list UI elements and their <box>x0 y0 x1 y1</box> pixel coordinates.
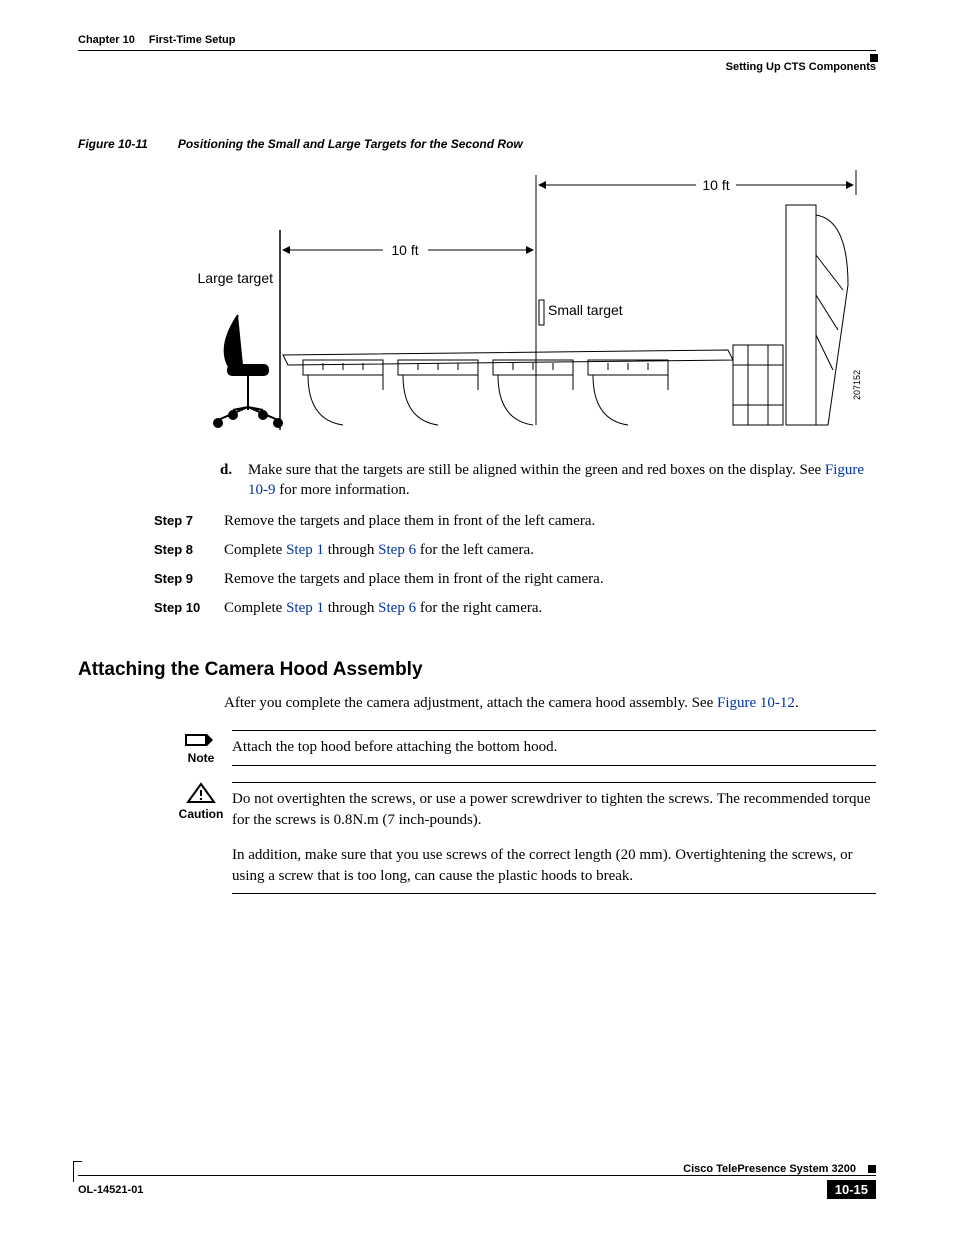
heading-attaching-hood: Attaching the Camera Hood Assembly <box>78 659 876 681</box>
dim-mid: 10 ft <box>391 242 418 258</box>
link-step-6[interactable]: Step 6 <box>378 542 416 558</box>
caution-callout: Caution Do not overtighten the screws, o… <box>178 782 876 894</box>
step-7: Step 7 Remove the targets and place them… <box>78 511 876 532</box>
pencil-icon <box>183 730 219 748</box>
step-body: Complete Step 1 through Step 6 for the r… <box>224 598 876 619</box>
text: Complete <box>224 542 286 558</box>
step-label: Step 8 <box>154 540 224 561</box>
footer-product: Cisco TelePresence System 3200 <box>683 1163 866 1175</box>
note-body: Attach the top hood before attaching the… <box>232 730 876 767</box>
intro-paragraph: After you complete the camera adjustment… <box>224 693 876 714</box>
step-label: Step 7 <box>154 511 224 532</box>
step-label: Step 10 <box>154 598 224 619</box>
large-target-label: Large target <box>198 270 274 286</box>
text: Complete <box>224 600 286 616</box>
header-marker-block <box>870 54 878 62</box>
text: for the left camera. <box>416 542 534 558</box>
caution-icon <box>186 782 216 804</box>
figure-title: Positioning the Small and Large Targets … <box>178 137 523 151</box>
note-label: Note <box>178 750 224 767</box>
figure-label: Figure 10-11 <box>78 137 148 151</box>
substep-marker: d. <box>220 460 248 501</box>
header-rule <box>78 50 876 51</box>
step-9: Step 9 Remove the targets and place them… <box>78 569 876 590</box>
footer-docnum: OL-14521-01 <box>78 1184 143 1196</box>
step-body: Remove the targets and place them in fro… <box>224 511 876 532</box>
page-header: Chapter 10 First-Time Setup Setting Up C… <box>78 34 876 73</box>
figure-10-11: 10 ft 10 ft Large target Small target <box>188 165 876 440</box>
text: through <box>324 600 378 616</box>
link-figure-10-12[interactable]: Figure 10-12 <box>717 695 795 711</box>
substep-d: d. Make sure that the targets are still … <box>220 460 876 501</box>
figure-caption: Figure 10-11 Positioning the Small and L… <box>78 137 876 151</box>
caution-p1: Do not overtighten the screws, or use a … <box>232 789 876 831</box>
section-title: Setting Up CTS Components <box>78 61 876 73</box>
drawing-id: 207152 <box>852 370 862 400</box>
small-target-label: Small target <box>548 302 623 318</box>
text: for more information. <box>276 482 410 498</box>
link-step-1[interactable]: Step 1 <box>286 600 324 616</box>
caution-body: Do not overtighten the screws, or use a … <box>232 782 876 894</box>
substep-body: Make sure that the targets are still be … <box>248 460 876 501</box>
footer-block <box>868 1165 876 1173</box>
text: Make sure that the targets are still be … <box>248 462 825 478</box>
chapter-number: Chapter 10 <box>78 34 135 46</box>
dim-top: 10 ft <box>702 177 729 193</box>
text: After you complete the camera adjustment… <box>224 695 717 711</box>
text: . <box>795 695 799 711</box>
step-10: Step 10 Complete Step 1 through Step 6 f… <box>78 598 876 619</box>
chapter-title: First-Time Setup <box>149 34 236 46</box>
text: through <box>324 542 378 558</box>
link-step-1[interactable]: Step 1 <box>286 542 324 558</box>
step-body: Remove the targets and place them in fro… <box>224 569 876 590</box>
step-8: Step 8 Complete Step 1 through Step 6 fo… <box>78 540 876 561</box>
step-label: Step 9 <box>154 569 224 590</box>
caution-p2: In addition, make sure that you use scre… <box>232 845 876 887</box>
page-footer: Cisco TelePresence System 3200 OL-14521-… <box>78 1163 876 1199</box>
note-callout: Note Attach the top hood before attachin… <box>178 730 876 767</box>
text: for the right camera. <box>416 600 542 616</box>
step-body: Complete Step 1 through Step 6 for the l… <box>224 540 876 561</box>
footer-rule <box>78 1175 876 1176</box>
caution-label: Caution <box>178 806 224 823</box>
link-step-6[interactable]: Step 6 <box>378 600 416 616</box>
page-number: 10-15 <box>827 1180 876 1199</box>
